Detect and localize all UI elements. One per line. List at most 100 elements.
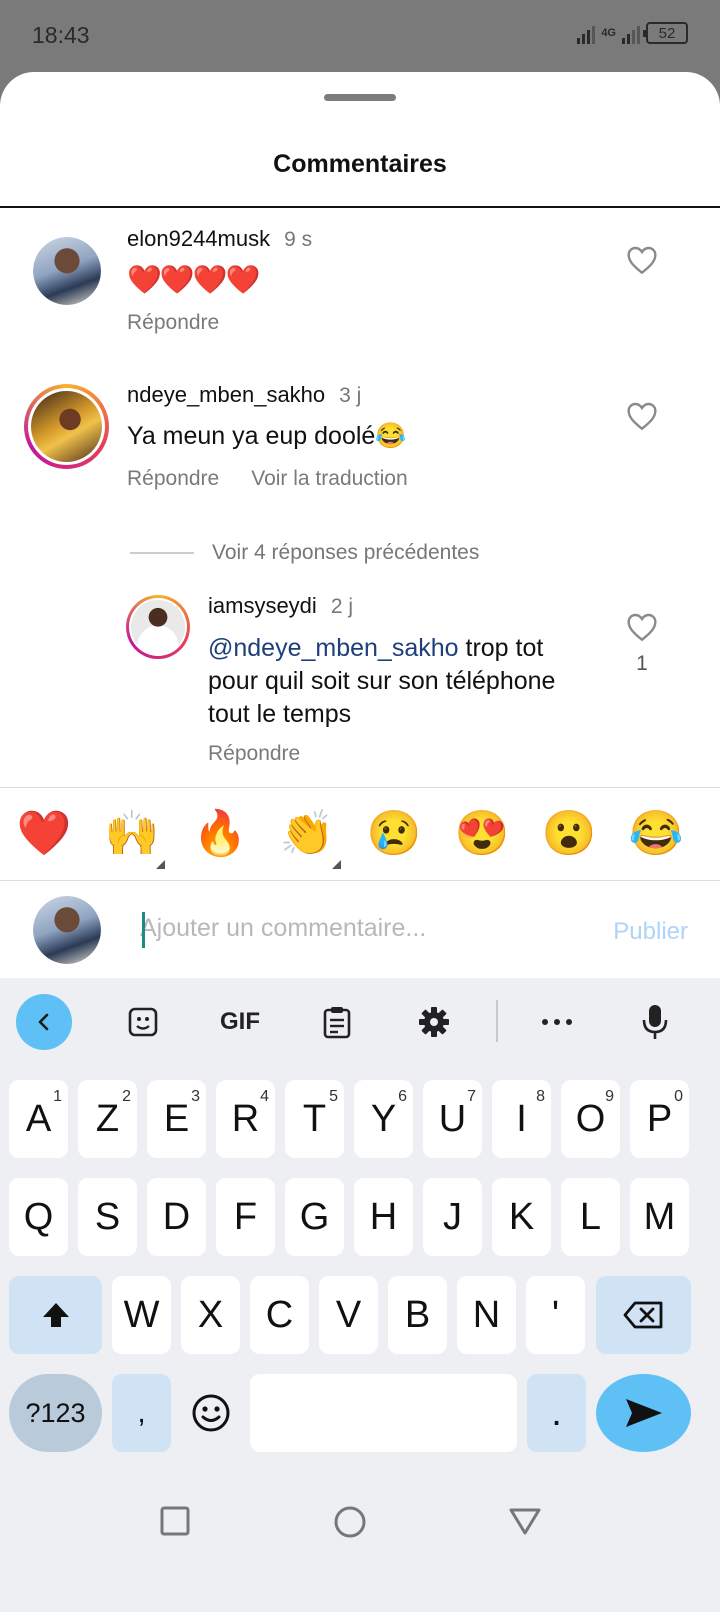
key-f[interactable]: F: [216, 1178, 275, 1256]
mention-link[interactable]: @ndeye_mben_sakho: [208, 634, 459, 662]
symbols-key[interactable]: ?123: [9, 1374, 102, 1452]
key-label: O: [575, 1097, 606, 1140]
emoji-heart[interactable]: ❤️: [14, 806, 74, 862]
recents-icon[interactable]: [160, 1506, 190, 1536]
key-l[interactable]: L: [561, 1178, 620, 1256]
key-g[interactable]: G: [285, 1178, 344, 1256]
publish-button[interactable]: Publier: [613, 918, 688, 946]
back-icon[interactable]: [508, 1506, 542, 1536]
emoji-key[interactable]: [181, 1374, 240, 1452]
microphone-icon[interactable]: [627, 994, 683, 1050]
key-r[interactable]: R4: [216, 1080, 275, 1158]
status-bar: 18:43 4G 52: [0, 0, 720, 72]
key-d[interactable]: D: [147, 1178, 206, 1256]
comment-input[interactable]: Ajouter un commentaire...: [140, 914, 426, 943]
key-i[interactable]: I8: [492, 1080, 551, 1158]
status-icons: 4G 52: [577, 22, 688, 44]
key-y[interactable]: Y6: [354, 1080, 413, 1158]
shift-key[interactable]: [9, 1276, 102, 1354]
clipboard-icon[interactable]: [309, 994, 365, 1050]
key-apostrophe[interactable]: ': [526, 1276, 585, 1354]
key-hint: 0: [674, 1088, 683, 1105]
key-q[interactable]: Q: [9, 1178, 68, 1256]
reply-button[interactable]: Répondre: [127, 311, 219, 335]
key-label: I: [516, 1097, 527, 1140]
key-v[interactable]: V: [319, 1276, 378, 1354]
heart-icon[interactable]: [626, 245, 658, 275]
avatar[interactable]: [24, 384, 109, 469]
chevron-left-icon[interactable]: [16, 994, 72, 1050]
key-o[interactable]: O9: [561, 1080, 620, 1158]
key-j[interactable]: J: [423, 1178, 482, 1256]
key-x[interactable]: X: [181, 1276, 240, 1354]
key-h[interactable]: H: [354, 1178, 413, 1256]
reply-button[interactable]: Répondre: [127, 467, 219, 491]
emoji-clapping-hands[interactable]: 👏: [277, 806, 337, 862]
key-hint: 2: [122, 1088, 131, 1105]
reply-time: 2 j: [330, 595, 353, 618]
key-u[interactable]: U7: [423, 1080, 482, 1158]
key-w[interactable]: W: [112, 1276, 171, 1354]
key-hint: 8: [536, 1088, 545, 1105]
view-previous-replies[interactable]: Voir 4 réponses précédentes: [130, 541, 479, 565]
key-m[interactable]: M: [630, 1178, 689, 1256]
key-c[interactable]: C: [250, 1276, 309, 1354]
key-s[interactable]: S: [78, 1178, 137, 1256]
emoji-heart-eyes[interactable]: 😍: [452, 806, 512, 862]
title-divider: [0, 206, 720, 208]
key-hint: 5: [329, 1088, 338, 1105]
key-p[interactable]: P0: [630, 1080, 689, 1158]
smiley-icon: [192, 1394, 229, 1432]
emoji-laughing-face[interactable]: 😂: [626, 806, 686, 862]
reply-text-line3: tout le temps: [208, 700, 352, 728]
avatar[interactable]: [126, 595, 190, 659]
more-icon[interactable]: [529, 994, 585, 1050]
key-e[interactable]: E3: [147, 1080, 206, 1158]
backspace-icon: [623, 1301, 662, 1329]
translate-button[interactable]: Voir la traduction: [251, 467, 407, 491]
avatar[interactable]: [33, 237, 101, 305]
key-z[interactable]: Z2: [78, 1080, 137, 1158]
comment-text: Ya meun ya eup doolé😂: [127, 422, 407, 450]
view-previous-replies-label: Voir 4 réponses précédentes: [212, 541, 480, 564]
key-b[interactable]: B: [388, 1276, 447, 1354]
period-key[interactable]: .: [527, 1374, 586, 1452]
key-n[interactable]: N: [457, 1276, 516, 1354]
battery-icon: 52: [643, 22, 688, 44]
gif-button[interactable]: GIF: [212, 994, 268, 1050]
backspace-key[interactable]: [596, 1276, 691, 1354]
gear-icon[interactable]: [406, 994, 462, 1050]
comment-time: 3 j: [339, 384, 362, 407]
variant-indicator-icon: [156, 860, 165, 869]
key-hint: 4: [260, 1088, 269, 1105]
reply-text: @ndeye_mben_sakho trop tot pour quil soi…: [208, 632, 608, 731]
emoji-fire[interactable]: 🔥: [190, 806, 250, 862]
replies-divider-line: [130, 552, 194, 554]
toolbar-divider: [496, 1000, 498, 1042]
reply-username[interactable]: iamsyseydi: [208, 593, 317, 619]
reply-button[interactable]: Répondre: [208, 742, 300, 766]
key-label: P: [646, 1097, 673, 1140]
key-a[interactable]: A1: [9, 1080, 68, 1158]
key-k[interactable]: K: [492, 1178, 551, 1256]
reply-text-line2: pour quil soit sur son téléphone: [208, 667, 556, 695]
home-icon[interactable]: [333, 1505, 367, 1539]
sticker-icon[interactable]: [115, 994, 171, 1050]
comma-key[interactable]: ,: [112, 1374, 171, 1452]
heart-icon[interactable]: [626, 612, 658, 642]
key-t[interactable]: T5: [285, 1080, 344, 1158]
emoji-raised-hands[interactable]: 🙌: [102, 806, 162, 862]
key-label: R: [231, 1097, 260, 1140]
emoji-crying-face[interactable]: 😢: [364, 806, 424, 862]
space-key[interactable]: [250, 1374, 517, 1452]
emoji-surprised-face[interactable]: 😮: [539, 806, 599, 862]
comment-username[interactable]: ndeye_mben_sakho: [127, 382, 325, 408]
key-label: A: [25, 1097, 52, 1140]
comment-text: ❤️❤️❤️❤️: [127, 264, 260, 295]
comment-username[interactable]: elon9244musk: [127, 226, 270, 252]
send-icon: [625, 1399, 662, 1427]
sheet-grabber[interactable]: [324, 94, 396, 101]
variant-indicator-icon: [332, 860, 341, 869]
send-key[interactable]: [596, 1374, 691, 1452]
heart-icon[interactable]: [626, 401, 658, 431]
